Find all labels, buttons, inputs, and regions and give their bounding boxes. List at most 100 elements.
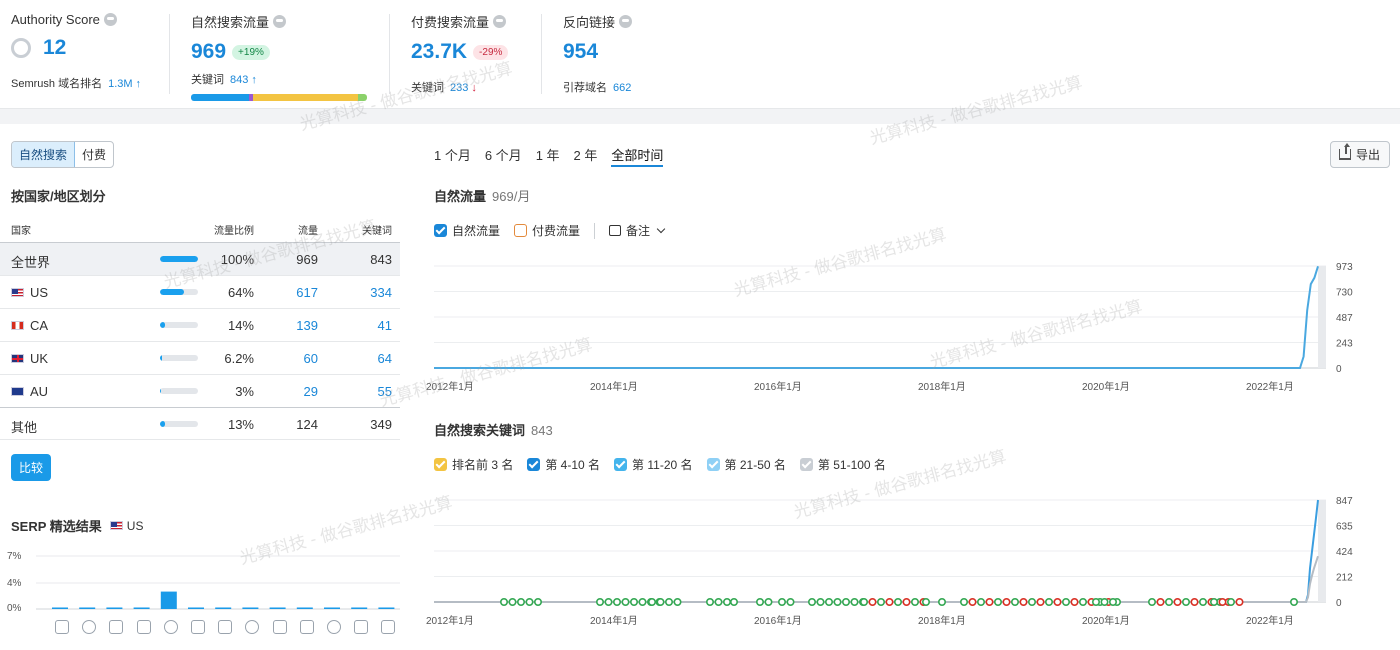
table-row[interactable]: AU 3% 29 55 [0, 374, 400, 407]
table-row[interactable]: CA 14% 139 41 [0, 308, 400, 341]
serp-bar[interactable] [52, 607, 68, 609]
serp-bar[interactable] [188, 607, 204, 609]
legend-item[interactable]: 第 51-100 名 [799, 456, 886, 473]
legend-item[interactable]: 第 11-20 名 [614, 456, 693, 473]
google-update-icon[interactable] [604, 598, 613, 607]
google-update-icon[interactable] [868, 598, 877, 607]
keywords-value[interactable]: 64 [378, 351, 392, 366]
info-icon[interactable] [103, 13, 117, 26]
domain-rank-value[interactable]: 1.3M [108, 78, 132, 90]
google-update-icon[interactable] [705, 598, 714, 607]
google-update-icon[interactable] [807, 598, 816, 607]
organic-keywords-chart[interactable]: 847 635 424 212 0 2012年1月 2014年1月 2016年1月 2018年1… [426, 490, 1400, 630]
legend-item[interactable]: 第 21-50 名 [706, 456, 786, 473]
export-button[interactable]: 导出 [1330, 141, 1391, 168]
info-icon[interactable] [619, 15, 633, 28]
serp-bar[interactable] [351, 607, 368, 609]
google-update-icon[interactable] [1235, 598, 1244, 607]
table-row[interactable]: 其他 13% 124 349 [0, 407, 400, 440]
serp-bar[interactable] [215, 607, 232, 609]
toggle-organic[interactable]: 自然搜索 [12, 142, 76, 167]
serp-bar[interactable] [106, 607, 123, 609]
table-row[interactable]: UK 6.2% 60 64 [0, 341, 400, 374]
google-update-icon[interactable] [656, 598, 665, 607]
col-keywords[interactable]: 关键词 [362, 222, 392, 237]
google-update-icon[interactable] [525, 598, 534, 607]
link-icon[interactable] [163, 620, 178, 634]
google-update-icon[interactable] [893, 598, 902, 607]
google-update-icon[interactable] [517, 598, 526, 607]
serp-bar[interactable] [296, 607, 313, 609]
google-update-icon[interactable] [786, 598, 795, 607]
country-name[interactable]: US [11, 285, 48, 300]
google-update-icon[interactable] [630, 598, 639, 607]
question-icon[interactable] [381, 620, 396, 634]
graduation-cap-icon[interactable] [55, 620, 69, 634]
range-tab[interactable]: 1 年 [536, 145, 560, 167]
serp-bar[interactable] [79, 607, 96, 609]
google-update-icon[interactable] [500, 598, 509, 607]
compare-button[interactable]: 比较 [11, 454, 52, 481]
document-icon[interactable] [109, 620, 124, 634]
range-tab[interactable]: 6 个月 [485, 145, 522, 167]
paid-traffic-value[interactable]: 23.7K [411, 40, 467, 64]
google-update-icon[interactable] [673, 598, 682, 607]
google-update-icon[interactable] [508, 598, 517, 607]
google-update-icon[interactable] [985, 598, 994, 607]
range-tab[interactable]: 1 个月 [434, 145, 471, 167]
google-update-icon[interactable] [777, 598, 786, 607]
google-update-icon[interactable] [824, 598, 833, 607]
google-update-icon[interactable] [621, 598, 630, 607]
traffic-value[interactable]: 139 [296, 318, 318, 333]
referring-domains-value[interactable]: 662 [613, 82, 631, 94]
legend-item[interactable]: 第 4-10 名 [527, 456, 600, 473]
google-update-icon[interactable] [1156, 598, 1165, 607]
google-update-icon[interactable] [1036, 598, 1045, 607]
country-name[interactable]: AU [11, 384, 48, 399]
google-update-icon[interactable] [1173, 598, 1182, 607]
organic-keywords-value[interactable]: 843 [230, 74, 248, 86]
google-update-icon[interactable] [1027, 598, 1036, 607]
google-update-icon[interactable] [1100, 598, 1109, 607]
traffic-value[interactable]: 617 [296, 285, 318, 300]
google-update-icon[interactable] [937, 598, 946, 607]
serp-bar[interactable] [242, 607, 259, 609]
google-update-icon[interactable] [1091, 598, 1100, 607]
google-update-icon[interactable] [1078, 598, 1087, 607]
comment-icon[interactable] [354, 620, 369, 634]
google-update-icon[interactable] [613, 598, 622, 607]
authority-score-value[interactable]: 12 [43, 36, 66, 60]
google-update-icon[interactable] [729, 598, 738, 607]
google-update-icon[interactable] [665, 598, 674, 607]
notes-dropdown[interactable]: 备注 [609, 222, 666, 239]
google-update-icon[interactable] [1010, 598, 1019, 607]
google-update-icon[interactable] [755, 598, 764, 607]
serp-country-selector[interactable]: US [109, 519, 143, 533]
google-update-icon[interactable] [850, 598, 859, 607]
serp-bar[interactable] [324, 607, 340, 609]
legend-paid-traffic[interactable]: 付费流量 [514, 222, 580, 239]
google-update-icon[interactable] [1209, 598, 1218, 607]
keywords-value[interactable]: 55 [378, 384, 392, 399]
serp-bar[interactable] [133, 607, 150, 609]
series-line[interactable] [434, 555, 1319, 603]
country-name[interactable]: CA [11, 318, 48, 333]
traffic-value[interactable]: 60 [304, 351, 318, 366]
range-tab[interactable]: 2 年 [574, 145, 598, 167]
serp-bar[interactable] [160, 591, 177, 609]
picture-icon[interactable] [299, 620, 314, 634]
google-update-icon[interactable] [910, 598, 919, 607]
google-update-icon[interactable] [921, 598, 930, 607]
keywords-value[interactable]: 334 [370, 285, 392, 300]
google-update-icon[interactable] [859, 598, 868, 607]
google-update-icon[interactable] [1289, 598, 1298, 607]
google-update-icon[interactable] [1019, 598, 1028, 607]
google-update-icon[interactable] [1053, 598, 1062, 607]
info-icon[interactable] [273, 15, 287, 28]
google-update-icon[interactable] [1070, 598, 1079, 607]
google-update-icon[interactable] [648, 598, 657, 607]
google-update-icon[interactable] [833, 598, 842, 607]
google-update-icon[interactable] [876, 598, 885, 607]
google-update-icon[interactable] [1108, 598, 1117, 607]
serp-bar[interactable] [269, 607, 286, 609]
